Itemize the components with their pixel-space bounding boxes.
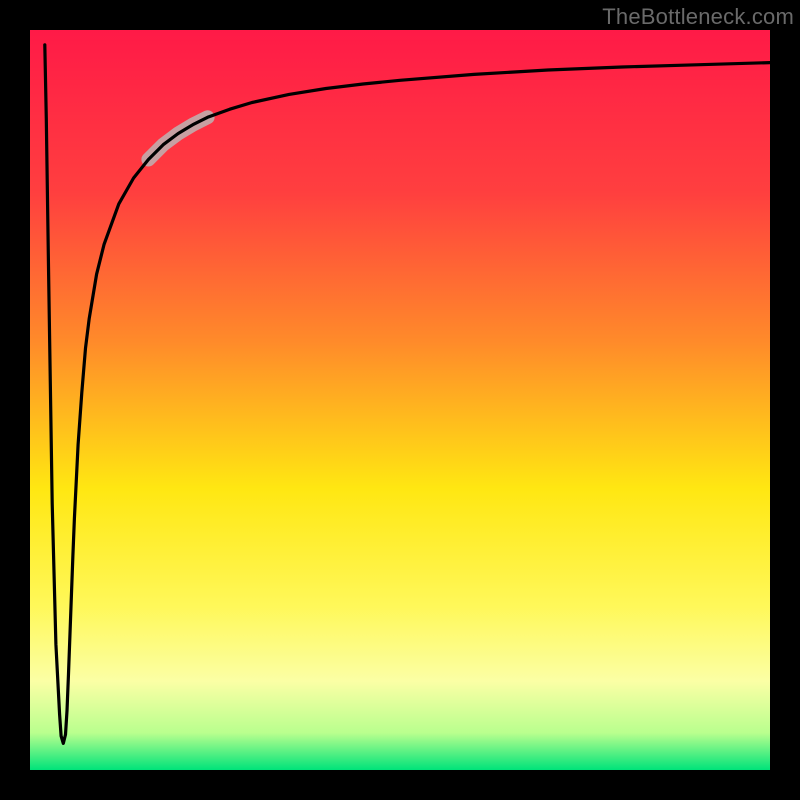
plot-area xyxy=(30,30,770,770)
chart-frame: TheBottleneck.com xyxy=(0,0,800,800)
watermark-label: TheBottleneck.com xyxy=(602,4,794,30)
gradient-background xyxy=(30,30,770,770)
chart-svg xyxy=(30,30,770,770)
